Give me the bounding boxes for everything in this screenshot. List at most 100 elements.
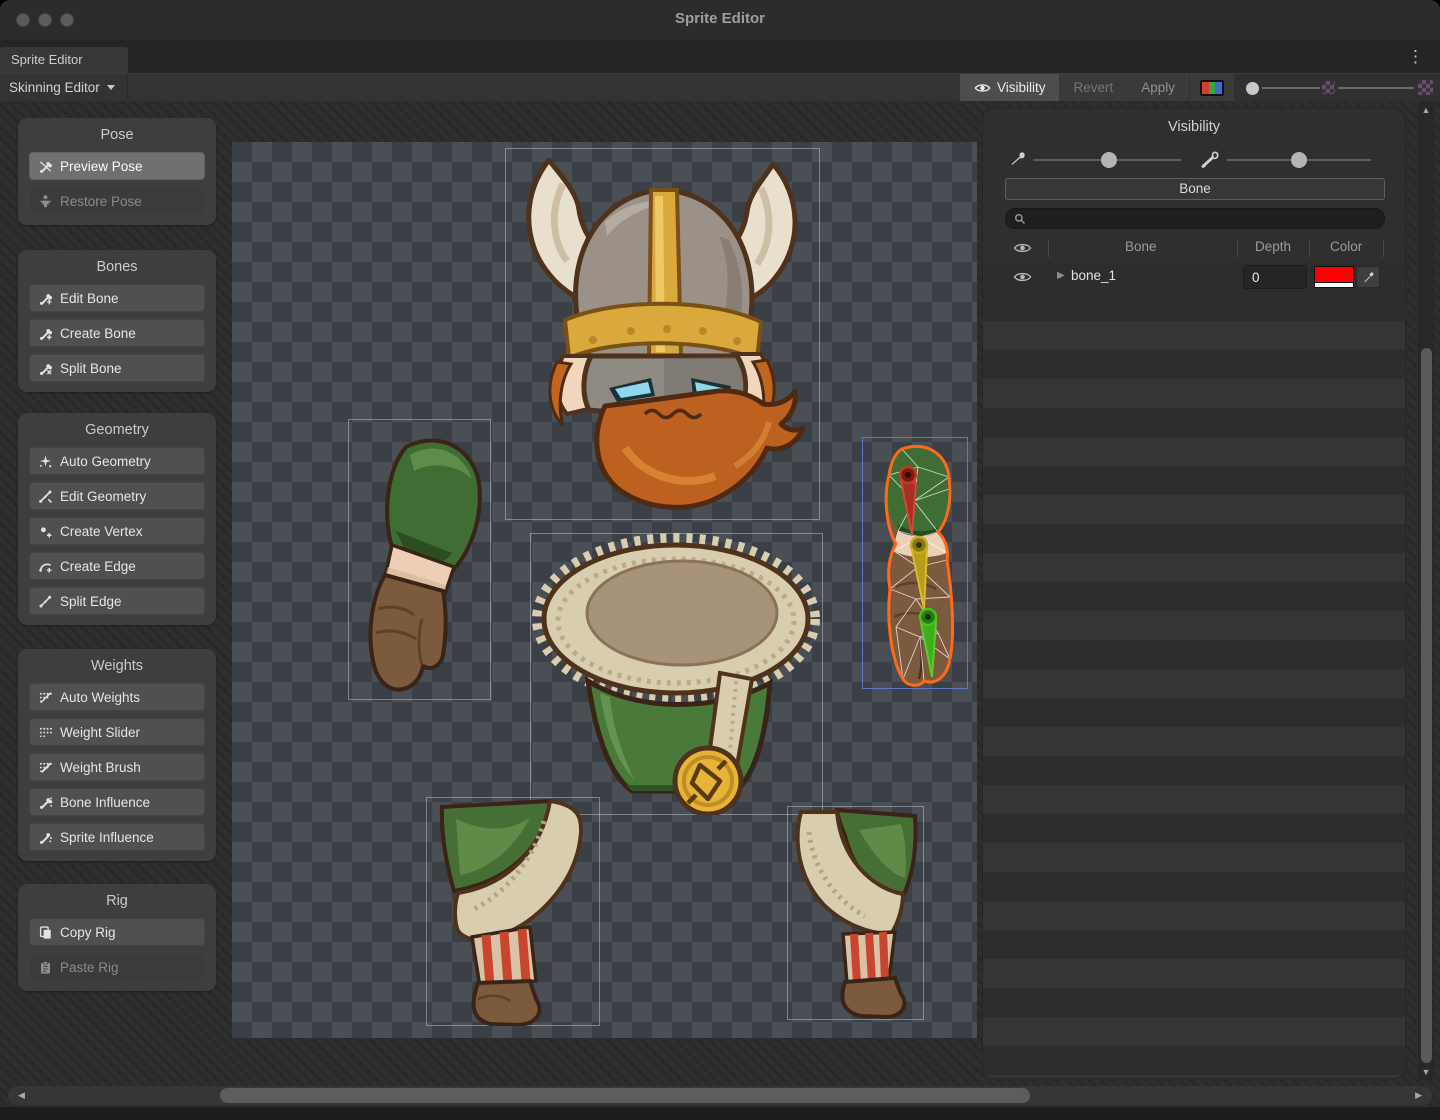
column-color[interactable]: Color <box>1330 239 1362 254</box>
sidebar-button-edit-geometry[interactable]: Edit Geometry <box>29 482 205 510</box>
texture-opacity-icon <box>1322 81 1335 94</box>
toolbar-right-group: Visibility Revert Apply <box>960 74 1440 101</box>
button-label: Preview Pose <box>60 159 143 174</box>
sidebar-section-pose: Pose Preview Pose Restore Pose <box>18 118 216 225</box>
sidebar-section-rig: Rig Copy Rig Paste Rig <box>18 884 216 991</box>
apply-button[interactable]: Apply <box>1127 74 1189 101</box>
scroll-right-icon[interactable]: ▶ <box>1415 1090 1422 1101</box>
rgb-channels-button[interactable] <box>1189 74 1234 101</box>
bone-category-button[interactable]: Bone <box>1005 178 1385 200</box>
bone-color-swatch[interactable] <box>1314 266 1354 288</box>
button-label: Restore Pose <box>60 194 142 209</box>
chevron-down-icon <box>107 85 115 90</box>
sidebar-button-copy-rig[interactable]: Copy Rig <box>29 918 205 946</box>
horizontal-scrollbar-thumb[interactable] <box>220 1088 1030 1103</box>
rgb-channels-icon <box>1200 80 1224 96</box>
section-title: Pose <box>29 127 205 143</box>
title-bar: Sprite Editor <box>0 0 1440 40</box>
sidebar-button-create-vertex[interactable]: Create Vertex <box>29 517 205 545</box>
button-label: Sprite Influence <box>60 830 154 845</box>
sidebar-button-split-bone[interactable]: Split Bone <box>29 354 205 382</box>
bone-influence-icon <box>38 795 53 810</box>
horizontal-scrollbar[interactable]: ◀ ▶ <box>8 1086 1432 1105</box>
slider-handle[interactable] <box>1101 152 1117 168</box>
revert-button[interactable]: Revert <box>1059 74 1127 101</box>
column-bone[interactable]: Bone <box>1125 239 1157 254</box>
copy-rig-icon <box>38 925 53 940</box>
sprite-canvas[interactable] <box>232 142 977 1038</box>
button-label: Copy Rig <box>60 925 116 940</box>
vertical-scrollbar[interactable]: ▲ ▼ <box>1418 102 1434 1080</box>
sidebar-section-bones: Bones Edit Bone Create Bone Split Bone <box>18 250 216 392</box>
split-bone-icon <box>38 361 53 376</box>
button-label: Split Edge <box>60 594 122 609</box>
section-title: Rig <box>29 893 205 909</box>
expand-arrow-icon[interactable]: ▶ <box>1057 270 1065 281</box>
auto-weights-icon <box>38 690 53 705</box>
visibility-eye-icon[interactable] <box>1013 270 1032 284</box>
bone-depth-input[interactable] <box>1243 265 1307 289</box>
sidebar-button-paste-rig[interactable]: Paste Rig <box>29 953 205 981</box>
sidebar-button-weight-brush[interactable]: Weight Brush <box>29 753 205 781</box>
create-edge-icon <box>38 559 53 574</box>
mesh-opacity-slider[interactable] <box>1199 150 1375 170</box>
bone-table-row[interactable]: ▶ bone_1 <box>983 262 1405 292</box>
sidebar-button-preview-pose[interactable]: Preview Pose <box>29 152 205 180</box>
scroll-down-icon[interactable]: ▼ <box>1418 1067 1434 1077</box>
search-input[interactable] <box>1032 210 1377 227</box>
button-label: Create Bone <box>60 326 136 341</box>
viking-arm-sprite[interactable] <box>348 419 491 700</box>
sidebar-button-bone-influence[interactable]: Bone Influence <box>29 788 205 816</box>
sidebar-button-create-edge[interactable]: Create Edge <box>29 552 205 580</box>
sidebar-button-auto-geometry[interactable]: Auto Geometry <box>29 447 205 475</box>
paste-rig-icon <box>38 960 53 975</box>
eyedropper-icon <box>1362 271 1375 284</box>
auto-geometry-icon <box>38 454 53 469</box>
sidebar-button-weight-slider[interactable]: Weight Slider <box>29 718 205 746</box>
search-field[interactable] <box>1005 208 1385 229</box>
weight-slider-icon <box>38 725 53 740</box>
sidebar-button-sprite-influence[interactable]: Sprite Influence <box>29 823 205 851</box>
button-label: Bone Influence <box>60 795 150 810</box>
viking-leg-right-sprite[interactable] <box>787 806 924 1020</box>
slider-handle[interactable] <box>1291 152 1307 168</box>
button-label: Create Vertex <box>60 524 143 539</box>
slider-handle[interactable] <box>1246 82 1259 95</box>
scroll-up-icon[interactable]: ▲ <box>1418 105 1434 115</box>
sidebar-section-weights: Weights Auto Weights Weight Slider Weight B… <box>18 649 216 861</box>
scroll-left-icon[interactable]: ◀ <box>18 1090 25 1101</box>
visibility-panel-title: Visibility <box>983 119 1405 135</box>
skinning-editor-dropdown[interactable]: Skinning Editor <box>0 74 128 101</box>
tab-strip: Sprite Editor ⋮ <box>0 40 1440 73</box>
viking-leg-left-sprite[interactable] <box>426 797 600 1026</box>
eyedropper-button[interactable] <box>1356 266 1380 288</box>
section-title: Weights <box>29 658 205 674</box>
viking-torso-sprite[interactable] <box>530 533 823 815</box>
column-depth[interactable]: Depth <box>1255 239 1291 254</box>
sidebar-button-create-bone[interactable]: Create Bone <box>29 319 205 347</box>
section-title: Geometry <box>29 422 205 438</box>
edit-bone-icon <box>38 291 53 306</box>
visibility-panel: Visibility Bone Bone Depth <box>982 108 1406 1079</box>
section-title: Bones <box>29 259 205 275</box>
visibility-toggle-button[interactable]: Visibility <box>960 74 1060 101</box>
window-title: Sprite Editor <box>0 10 1440 27</box>
weight-brush-icon <box>38 760 53 775</box>
bone-opacity-slider[interactable] <box>1006 150 1186 170</box>
sidebar-button-edit-bone[interactable]: Edit Bone <box>29 284 205 312</box>
kebab-menu-icon[interactable]: ⋮ <box>1407 45 1424 69</box>
button-label: Weight Slider <box>60 725 140 740</box>
tab-sprite-editor[interactable]: Sprite Editor <box>0 47 128 73</box>
create-bone-icon <box>38 326 53 341</box>
button-label: Edit Geometry <box>60 489 146 504</box>
button-label: Auto Geometry <box>60 454 151 469</box>
viking-head-sprite[interactable] <box>505 148 820 520</box>
sidebar-button-restore-pose[interactable]: Restore Pose <box>29 187 205 215</box>
sidebar-button-split-edge[interactable]: Split Edge <box>29 587 205 615</box>
button-label: Edit Bone <box>60 291 119 306</box>
vertical-scrollbar-thumb[interactable] <box>1421 348 1432 1063</box>
sidebar-button-auto-weights[interactable]: Auto Weights <box>29 683 205 711</box>
viking-arm-selected-mesh-sprite[interactable] <box>862 437 968 689</box>
empty-rows-stripes <box>983 292 1405 1078</box>
sidebar-section-geometry: Geometry Auto Geometry Edit Geometry Create… <box>18 413 216 625</box>
